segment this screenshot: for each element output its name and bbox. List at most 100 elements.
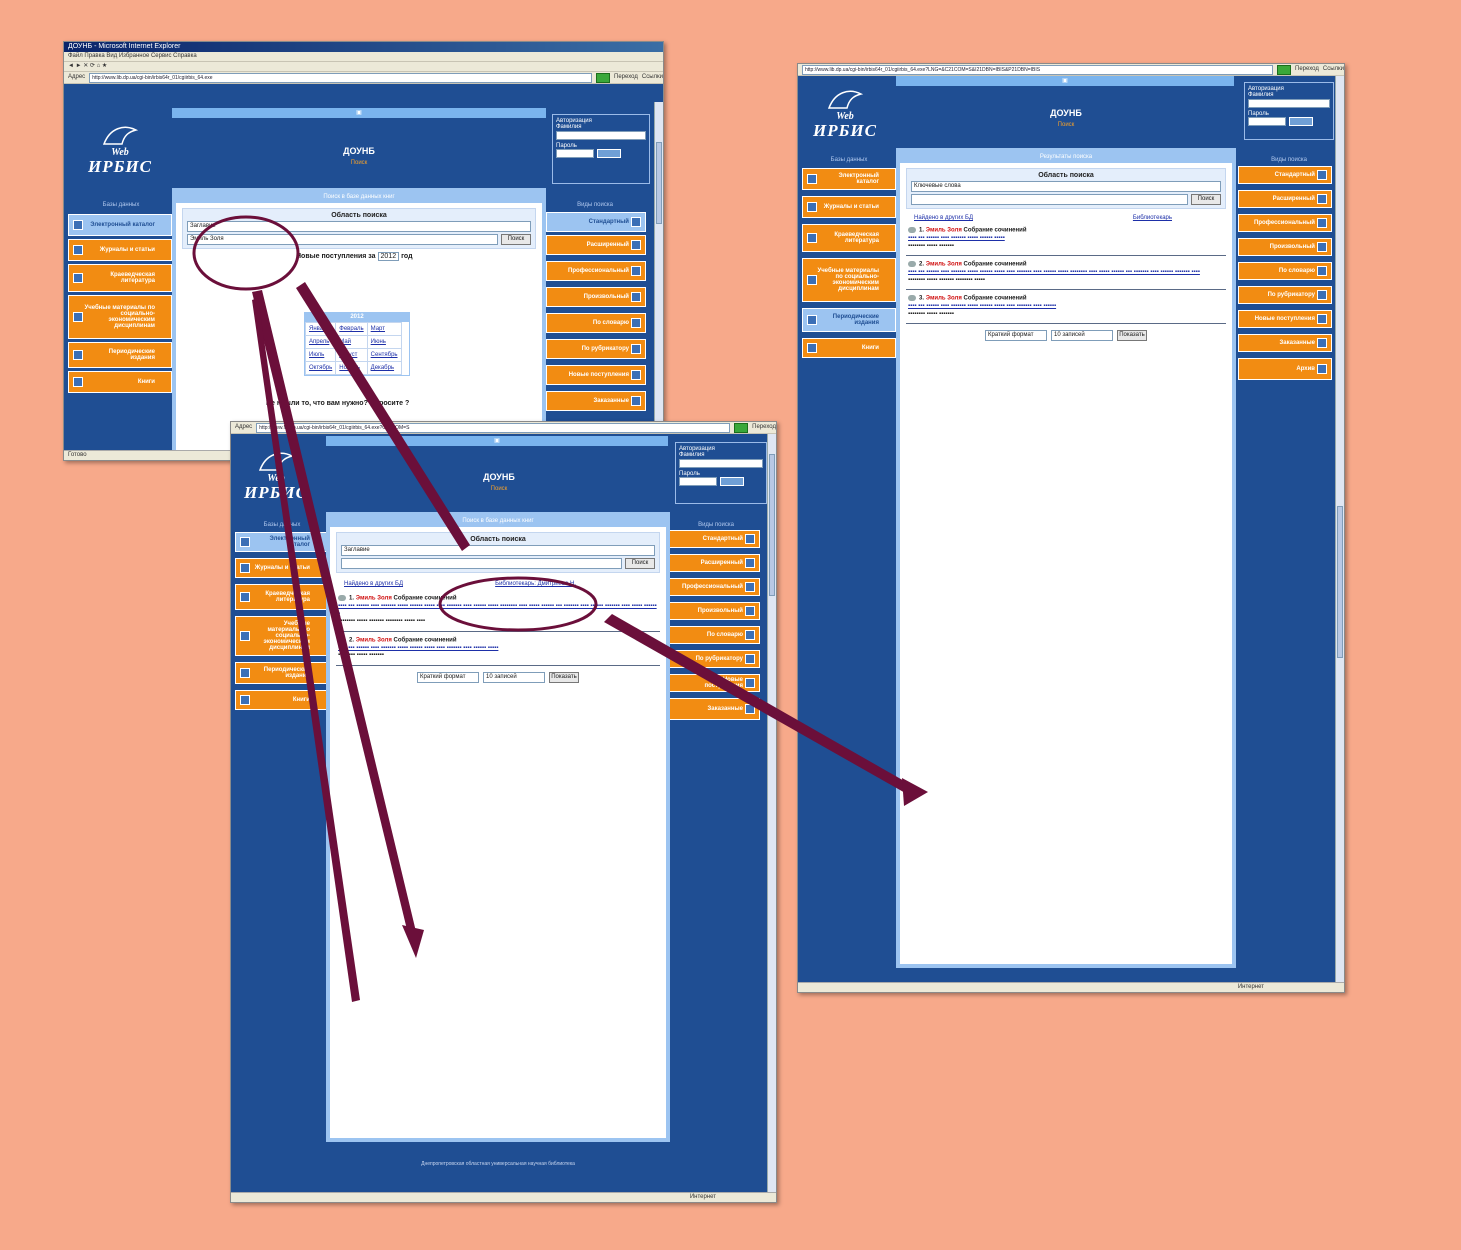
record-links[interactable]: ▪▪▪▪ ▪▪▪ ▪▪▪▪▪▪ ▪▪▪▪ ▪▪▪▪▪▪▪ ▪▪▪▪▪ ▪▪▪▪▪…: [338, 603, 658, 618]
left-menu-item-1[interactable]: Электронный каталог: [802, 168, 896, 190]
right-menu-item-3[interactable]: Профессиональный: [1238, 214, 1332, 232]
calendar-month[interactable]: Апрель: [304, 335, 337, 349]
right-menu-item-6[interactable]: По рубрикатору: [546, 339, 646, 359]
ask-question[interactable]: Не нашли то, что вам нужно? Спросите ?: [266, 400, 409, 408]
left-menu-item-3[interactable]: Краеведческая литература: [68, 264, 172, 292]
right-menu-item-6[interactable]: По рубрикатору: [1238, 286, 1332, 304]
left-menu-item-5[interactable]: Периодические издания: [235, 662, 327, 684]
vertical-scrollbar[interactable]: [767, 434, 776, 1193]
right-menu-item-2[interactable]: Расширенный: [668, 554, 760, 572]
password-input[interactable]: [679, 477, 717, 486]
search-button[interactable]: Поиск: [1191, 194, 1221, 205]
login-input[interactable]: [556, 131, 646, 140]
vertical-scrollbar[interactable]: [654, 102, 663, 451]
left-menu-item-6[interactable]: Книги: [235, 690, 327, 710]
left-menu-item-1[interactable]: Электронный каталог: [68, 214, 172, 236]
left-menu-item-2[interactable]: Журналы и статьи: [802, 196, 896, 218]
right-menu-item-7[interactable]: Новые поступления: [1238, 310, 1332, 328]
login-button[interactable]: [1289, 117, 1313, 126]
go-button[interactable]: [1277, 64, 1292, 75]
right-menu-item-1[interactable]: Стандартный: [546, 212, 646, 232]
toolbar[interactable]: ◄ ► ✕ ⟳ ⌂ ★: [64, 62, 663, 72]
left-menu-item-5[interactable]: Периодические издания: [68, 342, 172, 368]
calendar-month[interactable]: Август: [335, 348, 368, 362]
librarian-link[interactable]: Библиотекарь: [1133, 215, 1172, 221]
scrollbar-thumb[interactable]: [769, 454, 775, 596]
right-menu-item-1[interactable]: Стандартный: [1238, 166, 1332, 184]
search-field-select[interactable]: Ключевые слова: [911, 181, 1221, 192]
right-menu-item-4[interactable]: Произвольный: [668, 602, 760, 620]
address-input[interactable]: http://www.lib.dp.ua/cgi-bin/irbis64r_01…: [802, 64, 1274, 75]
record-links[interactable]: ▪▪▪▪ ▪▪▪ ▪▪▪▪▪▪ ▪▪▪▪ ▪▪▪▪▪▪▪ ▪▪▪▪▪ ▪▪▪▪▪…: [908, 303, 1224, 311]
vertical-scrollbar[interactable]: [1335, 76, 1344, 983]
search-field-select[interactable]: Заглавие: [187, 221, 531, 232]
librarian-link[interactable]: Библиотекарь: Дмитриева Н.: [495, 581, 576, 587]
left-menu-item-4[interactable]: Учебные материалы по социально-экономиче…: [68, 295, 172, 339]
left-menu-item-4[interactable]: Учебные материалы по социально-экономиче…: [802, 258, 896, 302]
calendar-month[interactable]: Июль: [304, 348, 337, 362]
calendar-month[interactable]: Март: [366, 322, 402, 336]
calendar-month[interactable]: Ноябрь: [335, 361, 368, 375]
count-select[interactable]: 10 записей: [483, 671, 545, 683]
login-button[interactable]: [597, 149, 621, 158]
right-menu-item-8[interactable]: Заказанные: [546, 391, 646, 411]
search-input[interactable]: [911, 194, 1188, 205]
links-label[interactable]: Ссылки: [1323, 64, 1344, 75]
left-menu-item-4[interactable]: Учебные материалы по социально-экономиче…: [235, 616, 327, 656]
calendar-month[interactable]: Октябрь: [304, 361, 337, 375]
calendar-month[interactable]: Сентябрь: [366, 348, 402, 362]
search-button[interactable]: Поиск: [501, 234, 531, 245]
right-menu-item-7[interactable]: Новые поступления: [668, 674, 760, 692]
links-label[interactable]: Ссылки: [642, 72, 663, 83]
right-menu-item-4[interactable]: Произвольный: [1238, 238, 1332, 256]
address-input[interactable]: http://www.lib.dp.ua/cgi-bin/irbis64r_01…: [89, 72, 593, 83]
go-button[interactable]: [596, 72, 611, 83]
calendar-month[interactable]: Декабрь: [366, 361, 402, 375]
record-links[interactable]: ▪▪▪▪ ▪▪▪ ▪▪▪▪▪▪ ▪▪▪▪ ▪▪▪▪▪▪▪ ▪▪▪▪▪ ▪▪▪▪▪…: [908, 235, 1224, 243]
search-button[interactable]: Поиск: [625, 558, 655, 569]
left-menu-item-2[interactable]: Журналы и статьи: [68, 239, 172, 261]
right-menu-item-8[interactable]: Заказанные: [668, 698, 760, 720]
right-menu-item-5[interactable]: По словарю: [546, 313, 646, 333]
password-input[interactable]: [556, 149, 594, 158]
right-menu-item-7[interactable]: Новые поступления: [546, 365, 646, 385]
format-select[interactable]: Краткий формат: [417, 671, 479, 683]
right-menu-item-5[interactable]: По словарю: [1238, 262, 1332, 280]
show-button[interactable]: Показать: [549, 671, 579, 683]
right-menu-item-2[interactable]: Расширенный: [546, 235, 646, 255]
login-button[interactable]: [720, 477, 744, 486]
show-button[interactable]: Показать: [1117, 330, 1147, 342]
right-menu-item-3[interactable]: Профессиональный: [668, 578, 760, 596]
go-button[interactable]: [734, 422, 749, 433]
left-menu-item-3[interactable]: Краеведческая литература: [235, 584, 327, 610]
calendar-month[interactable]: Май: [335, 335, 368, 349]
record-links[interactable]: ▪▪▪▪ ▪▪▪ ▪▪▪▪▪▪ ▪▪▪▪ ▪▪▪▪▪▪▪ ▪▪▪▪▪ ▪▪▪▪▪…: [908, 269, 1224, 277]
password-input[interactable]: [1248, 117, 1286, 126]
left-menu-item-5[interactable]: Периодические издания: [802, 308, 896, 332]
right-menu-item-3[interactable]: Профессиональный: [546, 261, 646, 281]
go-label[interactable]: Переход: [1295, 64, 1319, 75]
left-menu-item-6[interactable]: Книги: [68, 371, 172, 393]
format-select[interactable]: Краткий формат: [985, 330, 1047, 342]
calendar-month[interactable]: Январь: [304, 322, 337, 336]
right-menu-item-1[interactable]: Стандартный: [668, 530, 760, 548]
other-db-link[interactable]: Найдено в других БД: [914, 215, 973, 221]
menu-bar[interactable]: Файл Правка Вид Избранное Сервис Справка: [64, 52, 663, 62]
login-input[interactable]: [1248, 99, 1330, 108]
other-db-link[interactable]: Найдено в других БД: [344, 581, 403, 587]
go-label[interactable]: Переход: [614, 72, 638, 83]
search-input[interactable]: Эмиль Золя: [187, 234, 498, 245]
right-menu-item-6[interactable]: По рубрикатору: [668, 650, 760, 668]
go-label[interactable]: Переход: [752, 422, 776, 433]
right-menu-item-8[interactable]: Заказанные: [1238, 334, 1332, 352]
search-field-select[interactable]: Заглавие: [341, 545, 655, 556]
address-input[interactable]: http://www.lib.dp.ua/cgi-bin/irbis64r_01…: [256, 422, 731, 433]
record-links[interactable]: ▪▪▪▪ ▪▪▪ ▪▪▪▪▪▪ ▪▪▪▪ ▪▪▪▪▪▪▪ ▪▪▪▪▪ ▪▪▪▪▪…: [338, 645, 658, 653]
login-input[interactable]: [679, 459, 763, 468]
count-select[interactable]: 10 записей: [1051, 330, 1113, 342]
right-menu-item-4[interactable]: Произвольный: [546, 287, 646, 307]
calendar-month[interactable]: Февраль: [335, 322, 368, 336]
calendar-month[interactable]: Июнь: [366, 335, 402, 349]
right-menu-item-5[interactable]: По словарю: [668, 626, 760, 644]
right-menu-item-2[interactable]: Расширенный: [1238, 190, 1332, 208]
